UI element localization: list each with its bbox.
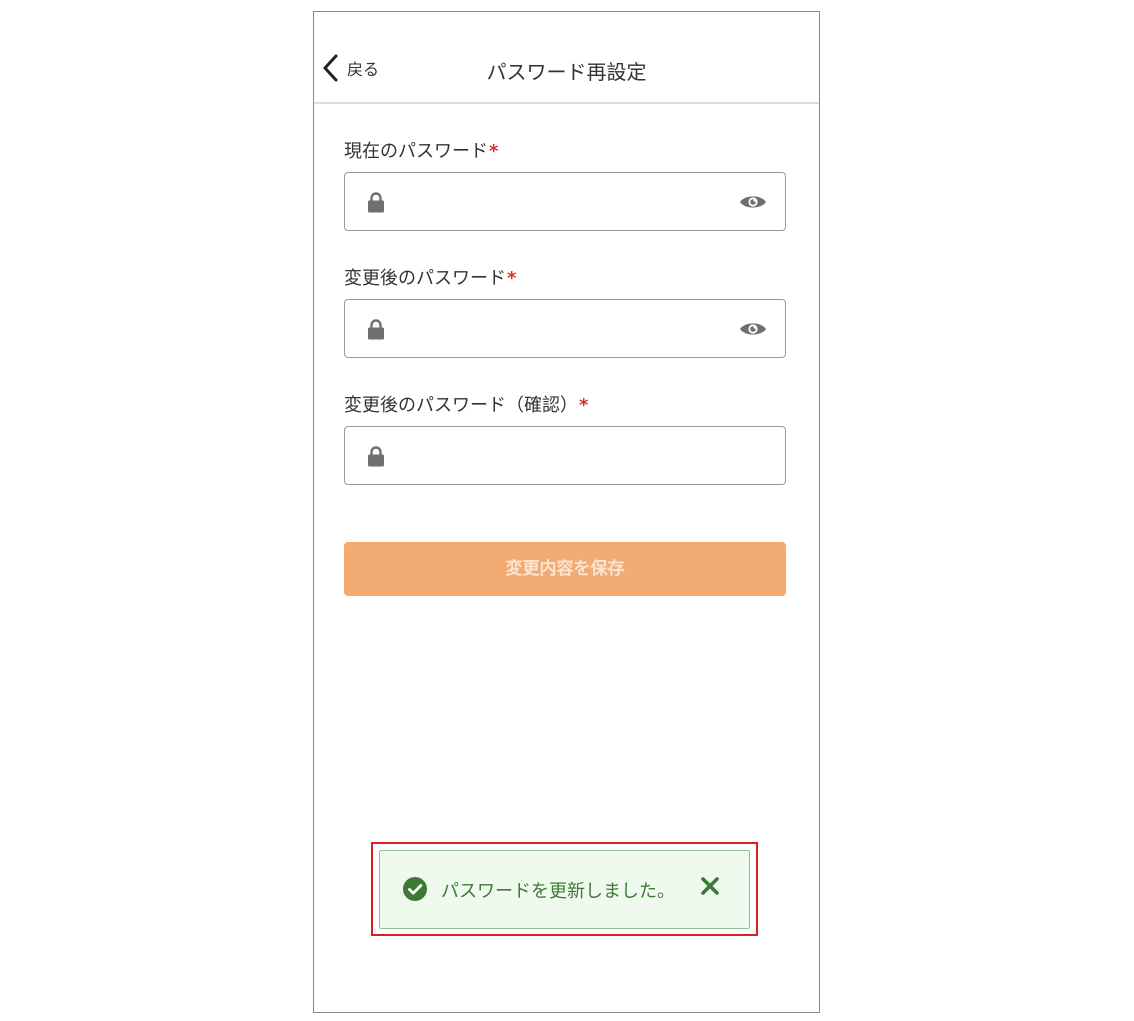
close-icon[interactable] bbox=[700, 876, 720, 896]
current-password-label-text: 現在のパスワード bbox=[344, 141, 488, 162]
confirm-password-input[interactable] bbox=[397, 437, 725, 475]
new-password-field[interactable] bbox=[344, 299, 786, 358]
header-bar: 戻る パスワード再設定 bbox=[314, 12, 819, 104]
required-mark: * bbox=[579, 395, 589, 416]
eye-icon[interactable] bbox=[739, 321, 767, 337]
toast-highlight-frame: パスワードを更新しました。 bbox=[371, 842, 758, 936]
new-password-input[interactable] bbox=[397, 310, 725, 348]
current-password-field[interactable] bbox=[344, 172, 786, 231]
lock-icon bbox=[368, 192, 384, 213]
new-password-label-text: 変更後のパスワード bbox=[344, 268, 506, 289]
confirm-password-label: 変更後のパスワード（確認）* bbox=[344, 391, 588, 417]
success-toast: パスワードを更新しました。 bbox=[379, 850, 750, 929]
current-password-input[interactable] bbox=[397, 183, 725, 221]
lock-icon bbox=[368, 446, 384, 467]
new-password-label: 変更後のパスワード* bbox=[344, 264, 516, 290]
check-circle-icon bbox=[403, 877, 427, 901]
lock-icon bbox=[368, 319, 384, 340]
eye-icon[interactable] bbox=[739, 194, 767, 210]
confirm-password-label-text: 変更後のパスワード（確認） bbox=[344, 395, 578, 416]
save-changes-button[interactable]: 変更内容を保存 bbox=[344, 542, 786, 596]
page-title: パスワード再設定 bbox=[486, 60, 647, 84]
confirm-password-field[interactable] bbox=[344, 426, 786, 485]
required-mark: * bbox=[489, 141, 499, 162]
current-password-label: 現在のパスワード* bbox=[344, 137, 498, 163]
required-mark: * bbox=[507, 268, 517, 289]
toast-message: パスワードを更新しました。 bbox=[441, 881, 675, 902]
